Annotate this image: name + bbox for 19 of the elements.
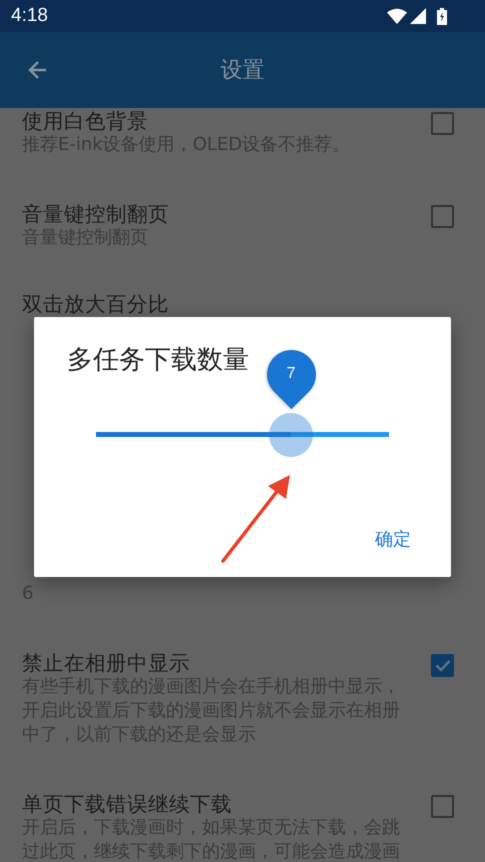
confirm-button[interactable]: 确定	[367, 523, 419, 555]
wifi-icon	[387, 8, 407, 24]
clock: 4:18	[11, 5, 48, 27]
setting-title: 禁止在相册中显示	[22, 651, 190, 675]
screen-title: 设置	[220, 57, 266, 85]
checkbox[interactable]	[431, 795, 454, 818]
setting-title: 单页下载错误继续下载	[22, 792, 232, 816]
checkbox[interactable]	[431, 204, 454, 228]
slider-value: 7	[286, 364, 297, 384]
setting-title: 音量键控制翻页	[22, 202, 169, 226]
setting-title: 使用白色背景	[22, 108, 148, 132]
setting-title: 双击放大百分比	[22, 292, 169, 316]
checkbox[interactable]	[431, 112, 454, 134]
battery-icon	[437, 8, 447, 24]
checkmark-icon	[434, 659, 450, 672]
checkbox[interactable]	[431, 654, 454, 677]
signal-icon	[410, 8, 426, 24]
dialog-title: 多任务下载数量	[67, 344, 249, 377]
slider-thumb[interactable]	[269, 413, 314, 457]
